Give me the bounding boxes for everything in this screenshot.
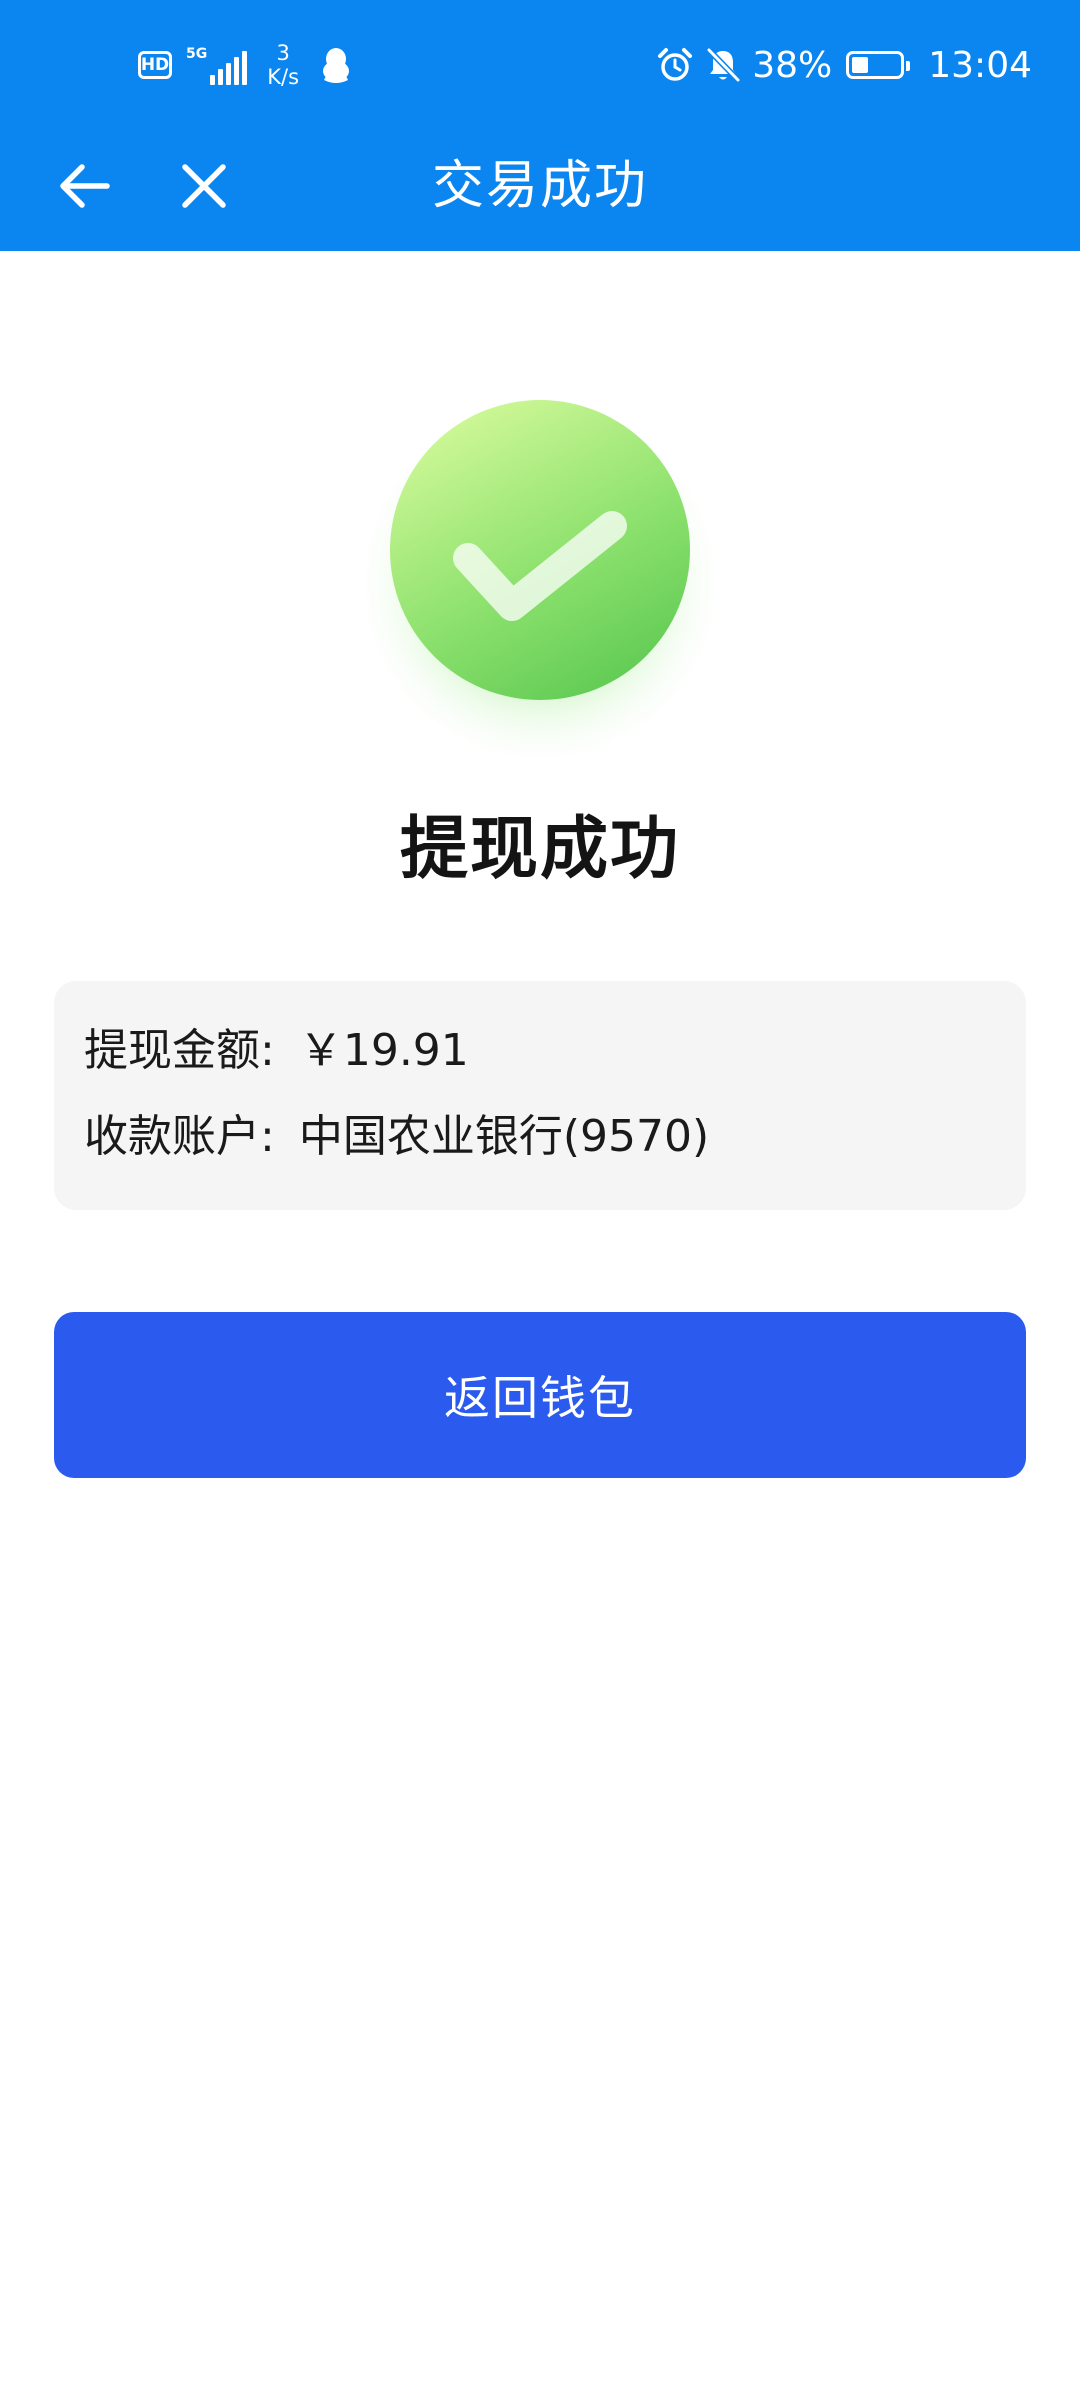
transaction-details-card: 提现金额: ￥19.91 收款账户: 中国农业银行(9570) [54, 981, 1026, 1210]
account-value: 中国农业银行(9570) [298, 1111, 710, 1162]
app-bar: 交易成功 [0, 130, 1080, 251]
header: HD 5G 3 K/s 38% 13:04 交易成功 [0, 0, 1080, 251]
battery-percent: 38% [752, 44, 833, 86]
hd-icon: HD [138, 51, 172, 79]
alarm-icon [656, 46, 694, 84]
page-title: 交易成功 [431, 156, 648, 216]
bell-off-icon [704, 46, 742, 84]
status-bar: HD 5G 3 K/s 38% 13:04 [0, 0, 1080, 130]
detail-row-amount: 提现金额: ￥19.91 [84, 1003, 1026, 1089]
amount-label: 提现金额: [84, 1025, 275, 1076]
network-type: 5G [186, 46, 208, 62]
account-label: 收款账户: [84, 1111, 275, 1162]
detail-row-account: 收款账户: 中国农业银行(9570) [84, 1089, 1026, 1175]
signal-bars [210, 51, 248, 85]
return-to-wallet-button[interactable]: 返回钱包 [54, 1312, 1026, 1478]
network-speed: 3 K/s [267, 41, 299, 89]
qq-penguin-icon [321, 46, 351, 84]
check-circle-icon [340, 370, 740, 770]
network-speed-unit: K/s [267, 65, 300, 89]
status-bar-left: HD 5G 3 K/s [138, 41, 351, 89]
battery-icon [846, 51, 911, 79]
network-speed-value: 3 [276, 41, 290, 65]
clock: 13:04 [928, 44, 1032, 86]
amount-value: ￥19.91 [298, 1025, 469, 1076]
status-bar-right: 38% 13:04 [656, 42, 1032, 88]
result-title: 提现成功 [399, 810, 680, 889]
signal-5g-icon: 5G [186, 45, 248, 85]
